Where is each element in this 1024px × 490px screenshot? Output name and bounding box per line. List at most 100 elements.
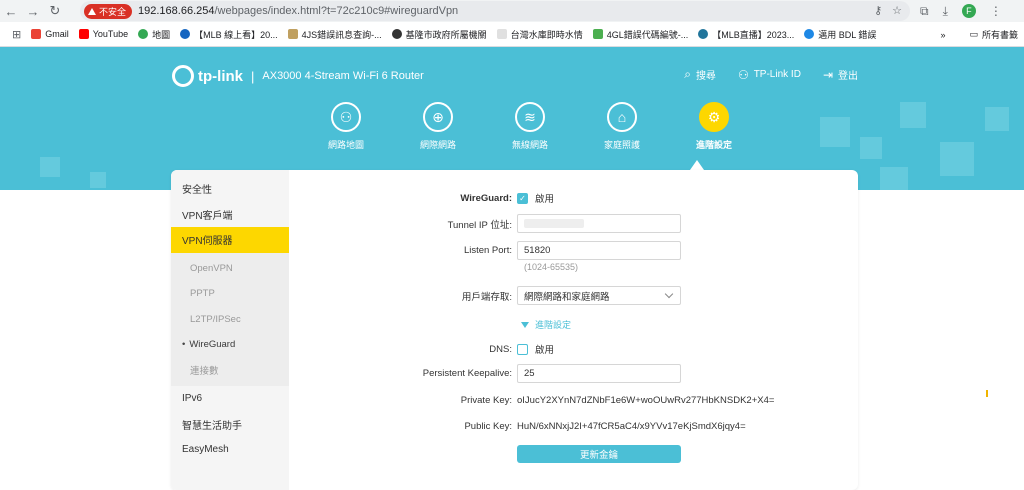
tab-internet[interactable]: ⊕ 網際網路 [392, 102, 484, 151]
bookmarks-bar: ⊞ Gmail YouTube 地圖 【MLB 線上看】20... 4JS錯誤訊… [0, 22, 1024, 47]
globe-icon: ⊕ [423, 102, 453, 132]
sidebar: 安全性 VPN客戶端 VPN伺服器 OpenVPN PPTP L2TP/IPSe… [171, 170, 289, 490]
bookmark-4js[interactable]: 4JS錯誤訊息查詢-... [287, 28, 382, 41]
bookmark-reservoir[interactable]: 台灣水庫即時水情 [496, 28, 583, 41]
tab-advanced[interactable]: ⚙ 進階設定 [668, 102, 760, 151]
bookmarks-overflow[interactable]: » [940, 30, 945, 40]
bookmark-label: Gmail [45, 29, 69, 39]
bookmark-maps[interactable]: 地圖 [138, 28, 170, 41]
client-access-label: 用戶端存取: [461, 291, 512, 303]
bookmark-gmail[interactable]: Gmail [31, 29, 69, 39]
warning-icon [88, 7, 96, 15]
security-badge[interactable]: 不安全 [84, 3, 133, 19]
wireguard-enable-checkbox[interactable]: ✓ [517, 192, 528, 204]
client-access-value: 網際網路和家庭網路 [524, 291, 610, 303]
sidebar-item-wireguard[interactable]: WireGuard [171, 332, 289, 358]
listen-port-input[interactable]: 51820 [517, 241, 681, 260]
menu-icon[interactable]: ⋮ [990, 4, 1002, 18]
forward-icon[interactable]: → [22, 0, 44, 22]
bookmark-youtube[interactable]: YouTube [78, 29, 129, 39]
bookmark-label: 【MLB 線上看】20... [194, 29, 278, 40]
private-key-label: Private Key: [460, 395, 512, 406]
search-icon: ⌕ [684, 67, 691, 81]
url-text[interactable]: 192.168.66.254/webpages/index.html?t=72c… [138, 5, 458, 17]
search-link[interactable]: ⌕ 搜尋 [684, 67, 716, 82]
advanced-label: 進階設定 [535, 320, 572, 330]
active-tab-pointer [690, 160, 704, 170]
sidebar-item-l2tp[interactable]: L2TP/IPSec [171, 307, 289, 333]
bookmark-keelung[interactable]: 基隆市政府所屬機關 [391, 28, 487, 41]
public-key-value: HuN/6xNNxjJ2I+47fCR5aC4/x9YVv17eKjSmdX6j… [517, 421, 746, 432]
private-key-value: oIJucY2XYnN7dZNbF1e6W+woOUwRv277HbKNSDK2… [517, 395, 775, 406]
star-icon[interactable]: ☆ [892, 4, 902, 17]
keepalive-input[interactable]: 25 [517, 364, 681, 383]
listen-port-label: Listen Port: [463, 245, 512, 256]
router-header: tp-link | AX3000 4-Stream Wi-Fi 6 Router… [0, 47, 1024, 190]
site-icon [287, 29, 298, 39]
sidebar-item-connections[interactable]: 連接數 [171, 358, 289, 384]
renew-keys-button[interactable]: 更新金鑰 [517, 445, 681, 463]
tab-label: 進階設定 [695, 140, 732, 150]
apps-icon[interactable]: ⊞ [12, 28, 21, 41]
triangle-down-icon [521, 321, 529, 328]
bookmark-bdl[interactable]: 邁用 BDL 錯誤 [804, 28, 876, 41]
redacted-value [524, 219, 584, 228]
dns-enable-label: 啟用 [535, 345, 555, 356]
bookmark-label: 4GL錯誤代碼編號-... [606, 29, 689, 40]
tab-wireless[interactable]: ≋ 無線網路 [484, 102, 576, 151]
bookmark-mlb1[interactable]: 【MLB 線上看】20... [180, 28, 278, 41]
home-care-icon: ⌂ [607, 102, 637, 132]
youtube-icon [78, 29, 89, 39]
site-icon [180, 29, 191, 39]
back-icon[interactable]: ← [0, 0, 22, 22]
advanced-toggle[interactable]: 進階設定 [521, 318, 571, 331]
sidebar-item-security[interactable]: 安全性 [171, 176, 289, 202]
sidebar-item-openvpn[interactable]: OpenVPN [171, 256, 289, 282]
sidebar-item-pptp[interactable]: PPTP [171, 281, 289, 307]
router-model: AX3000 4-Stream Wi-Fi 6 Router [262, 70, 424, 82]
chevron-down-icon [664, 289, 674, 299]
tunnel-ip-input[interactable] [517, 214, 681, 233]
folder-icon: ▭ [969, 29, 978, 39]
address-bar[interactable]: 不安全 192.168.66.254/webpages/index.html?t… [80, 1, 910, 21]
client-access-select[interactable]: 網際網路和家庭網路 [517, 286, 681, 305]
sidebar-item-ipv6[interactable]: IPv6 [171, 386, 289, 412]
sidebar-item-vpn-client[interactable]: VPN客戶端 [171, 202, 289, 228]
bookmark-4gl[interactable]: 4GL錯誤代碼編號-... [592, 28, 689, 41]
tab-network-map[interactable]: ⚇ 網路地圖 [300, 102, 392, 151]
sidebar-item-vpn-server[interactable]: VPN伺服器 [171, 227, 289, 253]
gmail-icon [31, 29, 42, 39]
bookmark-label: YouTube [92, 29, 129, 39]
bookmark-label: 邁用 BDL 錯誤 [818, 29, 877, 40]
all-bookmarks-label: 所有書籤 [981, 30, 1018, 40]
profile-avatar[interactable]: F [961, 4, 976, 18]
sidebar-submenu: OpenVPN PPTP L2TP/IPSec WireGuard 連接數 [171, 252, 289, 386]
all-bookmarks[interactable]: ▭ 所有書籤 [969, 28, 1018, 41]
tab-label: 家庭照護 [603, 140, 640, 150]
listen-port-hint: (1024-65535) [524, 262, 579, 272]
settings-card: 安全性 VPN客戶端 VPN伺服器 OpenVPN PPTP L2TP/IPSe… [171, 170, 858, 490]
site-icon [592, 29, 603, 39]
tplink-id-link[interactable]: ⚇ TP-Link ID [738, 67, 801, 82]
key-icon[interactable]: ⚷ [874, 4, 882, 17]
download-icon[interactable]: ⤓ [943, 4, 948, 19]
tplink-id-label: TP-Link ID [753, 69, 801, 80]
advanced-gear-icon: ⚙ [699, 102, 729, 132]
wordpress-icon [698, 29, 709, 39]
wireguard-form: WireGuard: ✓ 啟用 Tunnel IP 位址: Listen Por… [289, 170, 858, 490]
keepalive-label: Persistent Keepalive: [422, 368, 512, 379]
user-icon: ⚇ [737, 67, 749, 82]
bookmark-mlb2[interactable]: 【MLB直播】2023... [698, 28, 794, 41]
extensions-icon[interactable]: ⧉ [920, 4, 929, 19]
tplink-logo-icon [172, 65, 194, 87]
sidebar-item-smart-assistant[interactable]: 智慧生活助手 [171, 412, 289, 438]
tab-home-care[interactable]: ⌂ 家庭照護 [576, 102, 668, 151]
sidebar-item-easymesh[interactable]: EasyMesh [171, 437, 289, 463]
dns-label: DNS: [489, 343, 512, 355]
dns-enable-checkbox[interactable] [517, 343, 528, 355]
logout-link[interactable]: ⇥ 登出 [822, 67, 858, 83]
globe-icon [391, 29, 402, 39]
reload-icon[interactable]: ↻ [44, 0, 66, 22]
maps-icon [138, 29, 149, 39]
logout-icon: ⇥ [822, 67, 833, 82]
